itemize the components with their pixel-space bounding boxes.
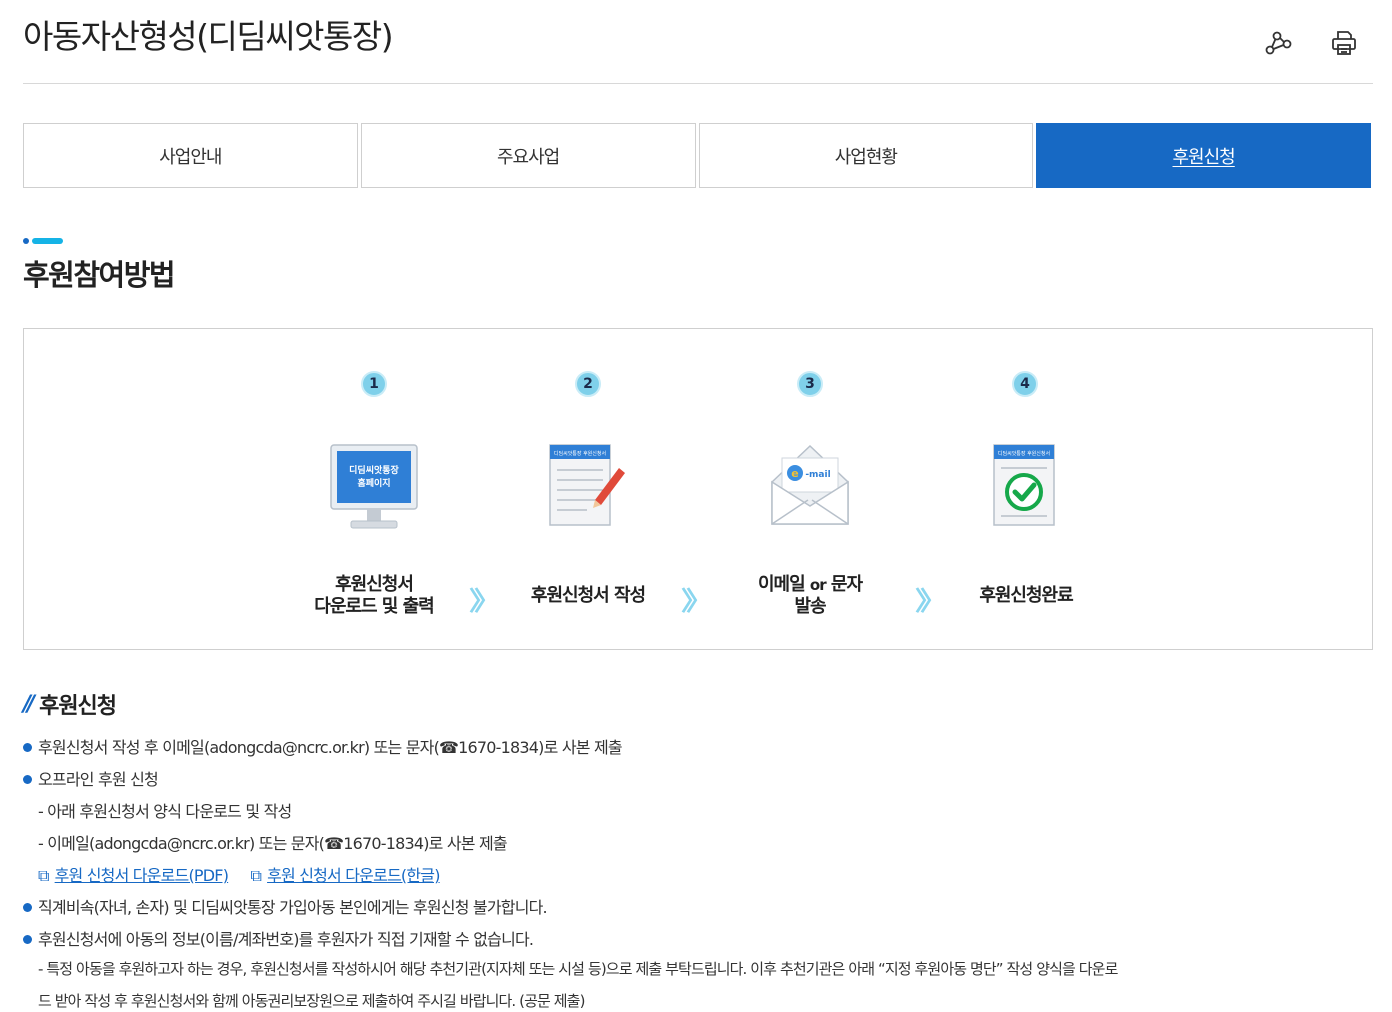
download-links: ⧉ 후원 신청서 다운로드(PDF) ⧉ 후원 신청서 다운로드(한글) bbox=[38, 862, 458, 886]
page-title: 아동자산형성(디딤씨앗통장) bbox=[23, 17, 394, 56]
step-label-3-line1: 이메일 or 문자 bbox=[757, 574, 863, 595]
tab-bar: 사업안내 주요사업 사업현황 후원신청 bbox=[23, 123, 1371, 188]
tab-business-info[interactable]: 사업안내 bbox=[23, 123, 358, 188]
tab-sponsor-apply[interactable]: 후원신청 bbox=[1036, 123, 1371, 188]
page-header: 아동자산형성(디딤씨앗통장) bbox=[23, 0, 1373, 84]
step-label-4: 후원신청완료 bbox=[979, 585, 1073, 606]
share-button[interactable] bbox=[1263, 28, 1293, 58]
download-pdf-link[interactable]: ⧉ 후원 신청서 다운로드(PDF) bbox=[38, 866, 229, 885]
list-subitem: - 아래 후원신청서 양식 다운로드 및 작성 bbox=[38, 802, 292, 821]
double-slash-icon: // bbox=[23, 691, 35, 717]
monitor-text-2: 홈페이지 bbox=[357, 477, 390, 489]
step-label-2: 후원신청서 작성 bbox=[530, 585, 646, 606]
list-subitem: - 특정 아동을 후원하고자 하는 경우, 후원신청서를 작성하시어 해당 추천… bbox=[38, 960, 1118, 978]
apply-heading-text: 후원신청 bbox=[39, 694, 117, 719]
form-check-title-text: 디딤씨앗통장 후원신청서 bbox=[998, 450, 1050, 457]
step-label-3: 이메일 or 문자 발송 bbox=[710, 574, 910, 618]
list-subitem: - 이메일(adongcda@ncrc.or.kr) 또는 문자(☎1670-1… bbox=[38, 834, 508, 853]
list-item: 오프라인 후원 신청 bbox=[23, 766, 159, 790]
mail-text: -mail bbox=[805, 470, 830, 480]
form-pencil-icon: 디딤씨앗통장 후원신청서 bbox=[549, 444, 625, 526]
share-icon bbox=[1265, 31, 1292, 55]
list-subitem: 드 받아 작성 후 후원신청서와 함께 아동권리보장원으로 제출하여 주시길 바… bbox=[38, 992, 585, 1010]
mail-envelope-icon: e -mail bbox=[771, 444, 849, 525]
bullet-icon bbox=[23, 775, 32, 784]
step-label-1-line1: 후원신청서 bbox=[335, 574, 414, 595]
step-number-4: 4 bbox=[1012, 371, 1038, 397]
tab-business-status[interactable]: 사업현황 bbox=[698, 123, 1034, 188]
list-item: 후원신청서 작성 후 이메일(adongcda@ncrc.or.kr) 또는 문… bbox=[23, 734, 623, 758]
external-link-icon: ⧉ bbox=[250, 866, 262, 885]
steps-box: 1 디딤씨앗통장 홈페이지 후원신청서 다운로드 및 출력 〉〉 2 디딤씨앗통… bbox=[23, 328, 1373, 650]
list-item: 직계비속(자녀, 손자) 및 디딤씨앗통장 가입아동 본인에게는 후원신청 불가… bbox=[23, 894, 548, 918]
header-tools bbox=[1263, 28, 1359, 58]
print-icon bbox=[1332, 31, 1356, 55]
svg-text:e: e bbox=[791, 467, 798, 480]
step-number-3: 3 bbox=[797, 371, 823, 397]
step-label-3-line2: 발송 bbox=[794, 596, 826, 617]
step-label-1-line2: 다운로드 및 출력 bbox=[314, 596, 434, 617]
chevron-right-icon: 〉〉 bbox=[681, 587, 712, 617]
step-number-2: 2 bbox=[575, 371, 601, 397]
monitor-icon: 디딤씨앗통장 홈페이지 bbox=[330, 444, 418, 529]
form-title-text: 디딤씨앗통장 후원신청서 bbox=[554, 450, 606, 457]
section-marker bbox=[23, 238, 63, 244]
section-marker-dot bbox=[23, 238, 29, 244]
tab-main-projects[interactable]: 주요사업 bbox=[360, 123, 696, 188]
download-hwp-link[interactable]: ⧉ 후원 신청서 다운로드(한글) bbox=[250, 866, 440, 885]
external-link-icon: ⧉ bbox=[38, 866, 49, 885]
list-item: 후원신청서에 아동의 정보(이름/계좌번호)를 후원자가 직접 기재할 수 없습… bbox=[23, 926, 534, 950]
section-title: 후원참여방법 bbox=[23, 258, 176, 292]
bullet-icon bbox=[23, 743, 32, 752]
step-number-1: 1 bbox=[361, 371, 387, 397]
bullet-icon bbox=[23, 903, 32, 912]
apply-heading: // 후원신청 bbox=[23, 688, 117, 720]
section-marker-bar bbox=[32, 238, 63, 244]
step-label-1: 후원신청서 다운로드 및 출력 bbox=[274, 574, 474, 618]
monitor-text-1: 디딤씨앗통장 bbox=[349, 464, 399, 476]
form-check-icon: 디딤씨앗통장 후원신청서 bbox=[993, 444, 1055, 526]
print-button[interactable] bbox=[1329, 28, 1359, 58]
bullet-icon bbox=[23, 935, 32, 944]
